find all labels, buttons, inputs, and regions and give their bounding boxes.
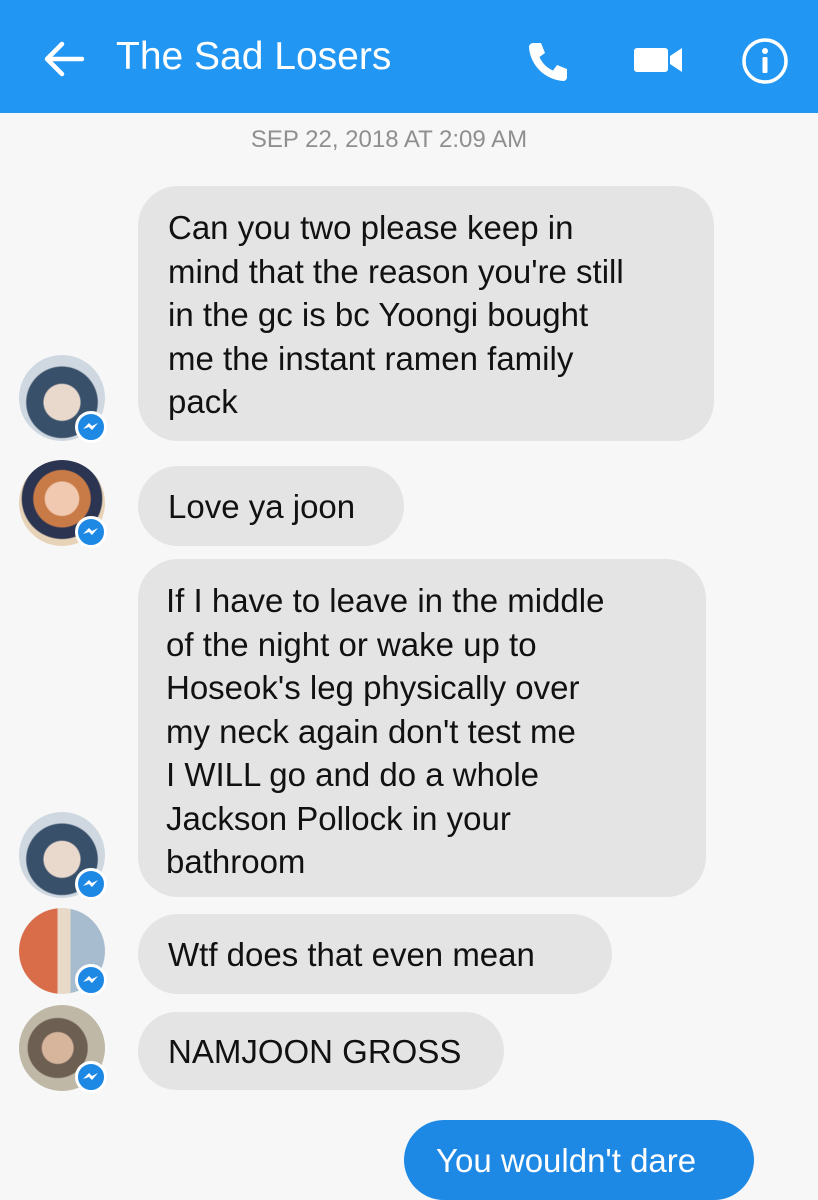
messenger-badge-icon — [75, 516, 107, 548]
header-bar: The Sad Losers — [0, 0, 818, 113]
messenger-badge-icon — [75, 868, 107, 900]
messenger-badge-icon — [75, 411, 107, 443]
message-bubble[interactable]: Wtf does that even mean — [138, 914, 612, 994]
messenger-badge-icon — [75, 964, 107, 996]
message-bubble[interactable]: Can you two please keep in mind that the… — [138, 186, 714, 441]
message-bubble[interactable]: NAMJOON GROSS — [138, 1012, 504, 1090]
video-camera-icon[interactable] — [634, 44, 684, 76]
avatar[interactable] — [19, 1005, 107, 1093]
avatar[interactable] — [19, 460, 107, 548]
message-bubble[interactable]: If I have to leave in the middle of the … — [138, 559, 706, 897]
avatar[interactable] — [19, 812, 107, 900]
message-bubble[interactable]: Love ya joon — [138, 466, 404, 546]
avatar[interactable] — [19, 908, 107, 996]
outgoing-message-bubble[interactable]: You wouldn't dare — [404, 1120, 754, 1200]
conversation-title[interactable]: The Sad Losers — [116, 33, 391, 81]
info-icon[interactable] — [740, 36, 790, 86]
avatar[interactable] — [19, 355, 107, 443]
back-arrow-icon[interactable] — [40, 36, 86, 82]
phone-icon[interactable] — [524, 38, 572, 86]
messenger-badge-icon — [75, 1061, 107, 1093]
message-timestamp: SEP 22, 2018 AT 2:09 AM — [250, 126, 528, 153]
